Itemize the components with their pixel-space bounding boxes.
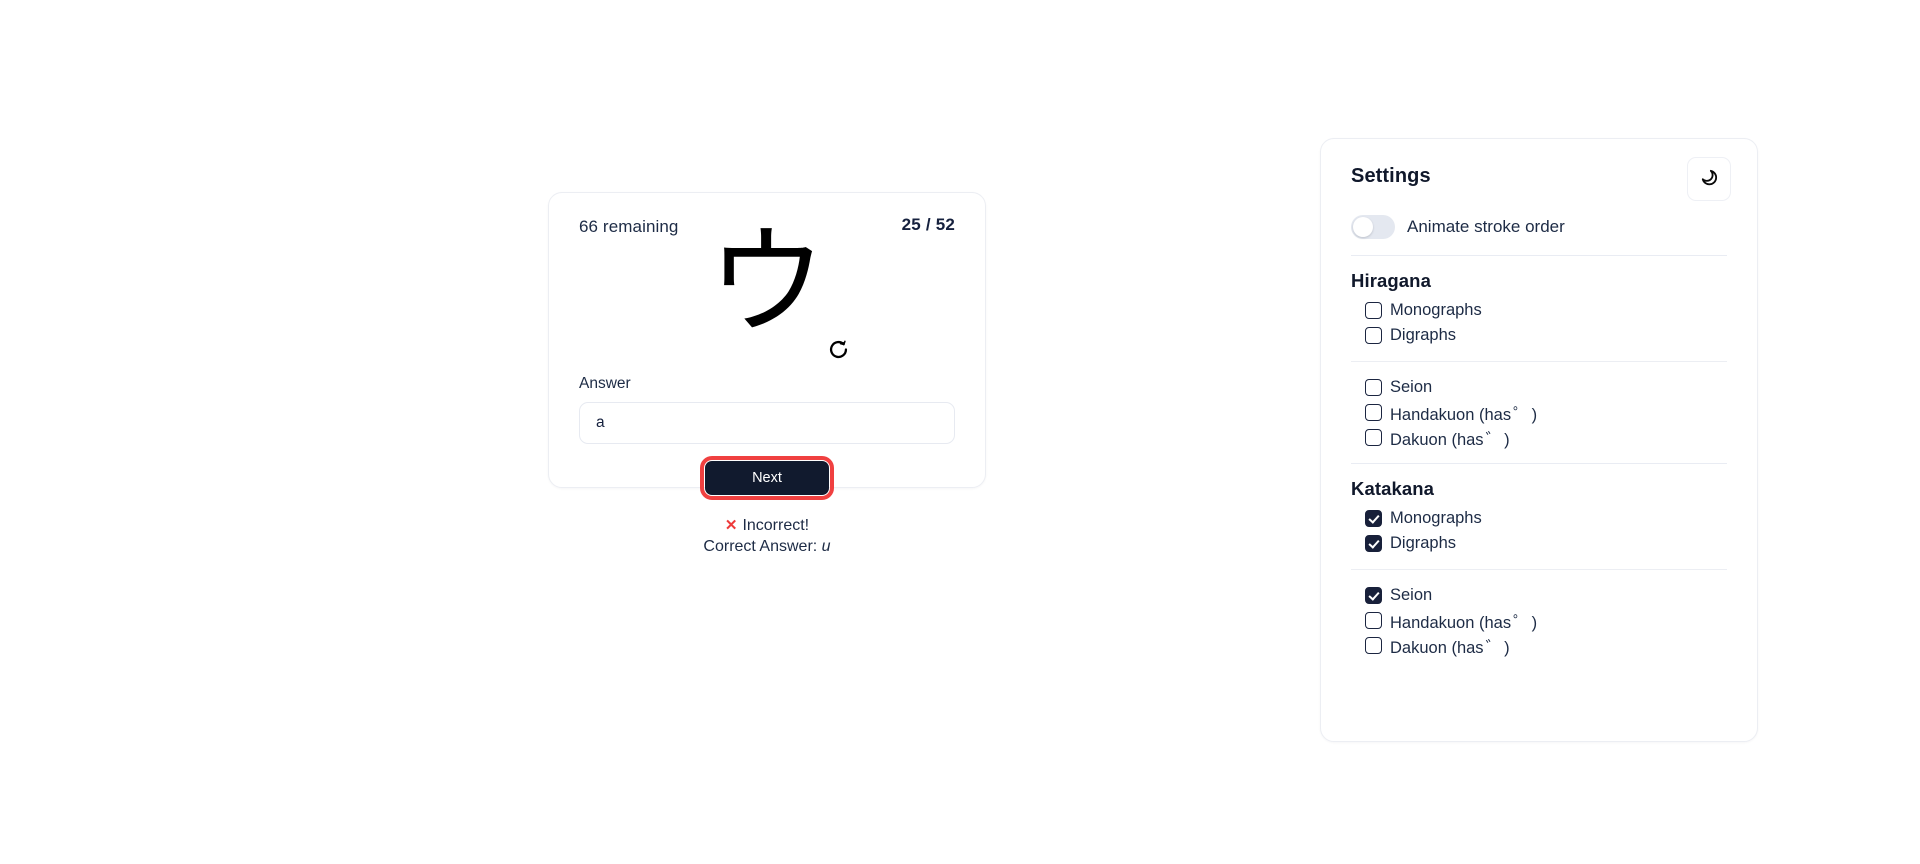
hiragana-monographs-label: Monographs: [1390, 301, 1482, 319]
katakana-digraphs-checkbox[interactable]: [1365, 535, 1382, 552]
hiragana-seion-label: Seion: [1390, 378, 1433, 396]
quiz-card: 66 remaining 25 / 52 ウ Answer Next ✕Inco…: [548, 192, 986, 555]
katakana-monographs-checkbox[interactable]: [1365, 510, 1382, 527]
dakuten-mark: ゛: [1485, 637, 1503, 657]
katakana-dakuon-label: Dakuon (has ゛): [1390, 634, 1510, 658]
katakana-seion-label: Seion: [1390, 586, 1433, 604]
hiragana-group-forms: Monographs Digraphs: [1351, 298, 1727, 361]
checkbox-row[interactable]: Dakuon (has ゛): [1365, 633, 1727, 658]
next-button[interactable]: Next: [700, 456, 834, 500]
settings-panel: Settings Animate stroke order Hiragana M…: [1320, 138, 1758, 742]
animate-stroke-order-row[interactable]: Animate stroke order: [1351, 215, 1727, 255]
toggle-knob: [1353, 217, 1373, 237]
hiragana-handakuon-checkbox[interactable]: [1365, 404, 1382, 421]
checkbox-row[interactable]: Digraphs: [1365, 531, 1727, 556]
hiragana-group-sounds: Seion Handakuon (has ゜) Dakuon (has ゛): [1351, 362, 1727, 463]
answer-label: Answer: [579, 375, 631, 392]
label-suffix: ): [1504, 638, 1510, 657]
checkbox-row[interactable]: Handakuon (has ゜): [1365, 400, 1727, 425]
katakana-monographs-label: Monographs: [1390, 509, 1482, 527]
handakuten-mark: ゜: [1513, 612, 1530, 632]
checkbox-row[interactable]: Dakuon (has ゛): [1365, 425, 1727, 450]
correct-answer-line: Correct Answer: u: [579, 536, 955, 557]
divider: [1351, 255, 1727, 256]
label-prefix: Handakuon (has: [1390, 613, 1512, 632]
katakana-group-sounds: Seion Handakuon (has ゜) Dakuon (has ゛): [1351, 570, 1727, 671]
hiragana-handakuon-label: Handakuon (has ゜): [1390, 401, 1537, 425]
correct-answer-label: Correct Answer:: [703, 538, 818, 556]
hiragana-digraphs-label: Digraphs: [1390, 326, 1457, 344]
divider: [1351, 463, 1727, 464]
katakana-group-forms: Monographs Digraphs: [1351, 506, 1727, 569]
settings-header: Settings: [1351, 157, 1731, 211]
katakana-handakuon-label: Handakuon (has ゜): [1390, 609, 1537, 633]
label-prefix: Dakuon (has: [1390, 430, 1484, 449]
section-katakana: Katakana Monographs Digraphs Seion Handa…: [1351, 478, 1727, 671]
section-title-katakana: Katakana: [1351, 478, 1435, 499]
refresh-icon[interactable]: [828, 339, 849, 360]
character-display-area: ウ: [579, 223, 955, 365]
checkbox-row[interactable]: Seion: [1365, 583, 1727, 608]
katakana-handakuon-checkbox[interactable]: [1365, 612, 1382, 629]
next-button-wrapper: Next: [579, 456, 955, 500]
hiragana-monographs-checkbox[interactable]: [1365, 302, 1382, 319]
kana-character: ウ: [707, 213, 826, 351]
checkbox-row[interactable]: Monographs: [1365, 506, 1727, 531]
checkbox-row[interactable]: Seion: [1365, 375, 1727, 400]
hiragana-dakuon-checkbox[interactable]: [1365, 429, 1382, 446]
checkbox-row[interactable]: Handakuon (has ゜): [1365, 608, 1727, 633]
animate-stroke-order-label: Animate stroke order: [1407, 217, 1565, 236]
section-hiragana: Hiragana Monographs Digraphs Seion Handa…: [1351, 270, 1727, 463]
feedback-status-text: Incorrect!: [742, 517, 810, 534]
moon-icon: [1700, 168, 1719, 190]
katakana-dakuon-checkbox[interactable]: [1365, 637, 1382, 654]
label-suffix: ): [1504, 430, 1510, 449]
x-icon: ✕: [724, 517, 738, 534]
checkbox-row[interactable]: Monographs: [1365, 298, 1727, 323]
animate-stroke-order-toggle[interactable]: [1351, 215, 1395, 239]
label-suffix: ): [1531, 405, 1538, 424]
settings-title: Settings: [1351, 165, 1431, 187]
dark-mode-button[interactable]: [1687, 157, 1731, 201]
section-title-hiragana: Hiragana: [1351, 270, 1431, 291]
correct-answer-value: u: [821, 538, 831, 556]
hiragana-seion-checkbox[interactable]: [1365, 379, 1382, 396]
handakuten-mark: ゜: [1513, 404, 1530, 424]
app-root: 66 remaining 25 / 52 ウ Answer Next ✕Inco…: [0, 0, 1920, 864]
feedback-status-line: ✕ Incorrect!: [579, 515, 955, 536]
katakana-digraphs-label: Digraphs: [1390, 534, 1457, 552]
label-suffix: ): [1531, 613, 1538, 632]
label-prefix: Handakuon (has: [1390, 405, 1512, 424]
checkbox-row[interactable]: Digraphs: [1365, 323, 1727, 348]
katakana-seion-checkbox[interactable]: [1365, 587, 1382, 604]
label-prefix: Dakuon (has: [1390, 638, 1484, 657]
dakuten-mark: ゛: [1485, 429, 1503, 449]
hiragana-digraphs-checkbox[interactable]: [1365, 327, 1382, 344]
answer-input[interactable]: [579, 402, 955, 444]
hiragana-dakuon-label: Dakuon (has ゛): [1390, 426, 1510, 450]
feedback-area: ✕ Incorrect! Correct Answer: u: [579, 515, 955, 557]
